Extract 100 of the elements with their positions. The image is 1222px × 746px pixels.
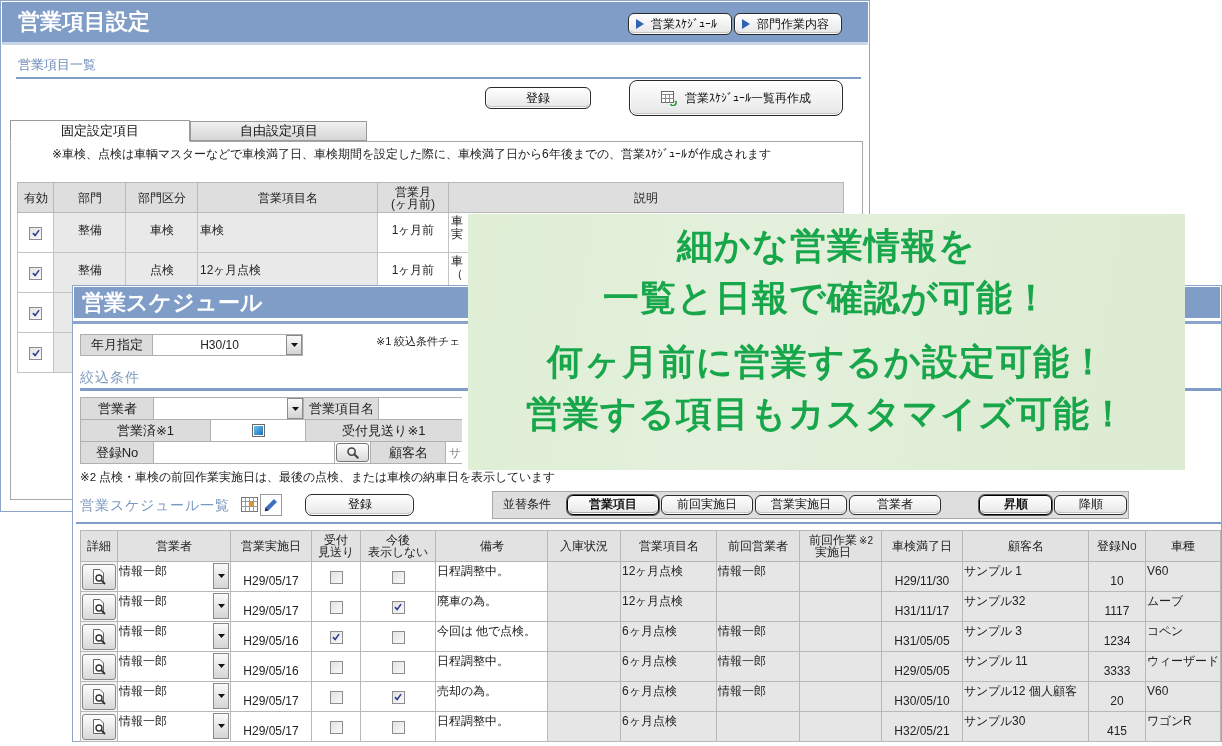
dropdown-button[interactable] [213, 623, 229, 649]
order-button[interactable]: 昇順 [979, 494, 1052, 515]
sort-button[interactable]: 営業者 [849, 494, 941, 515]
table-cell: H32/05/21 [881, 711, 963, 742]
checkbox[interactable] [391, 600, 405, 614]
table-cell: 車検 [125, 212, 198, 253]
register-button[interactable]: 登録 [485, 87, 591, 109]
dropdown-button[interactable] [286, 335, 302, 355]
document-search-icon [92, 689, 106, 705]
table-cell: ムーブ [1145, 591, 1221, 622]
table-cell: サンプル 3 [962, 621, 1089, 652]
checkbox[interactable] [329, 600, 343, 614]
staff-name: 情報一郎 [118, 563, 167, 580]
checkbox[interactable] [391, 570, 405, 584]
field-label: 受付見送り※1 [306, 420, 462, 441]
column-header: 部門区分 [125, 182, 198, 213]
callout-text: 何ヶ月前に営業するか設定可能！ [546, 340, 1107, 384]
document-search-icon [92, 659, 106, 675]
table-cell: 3333 [1088, 651, 1146, 682]
tick-icon [394, 603, 402, 612]
field-label: 営業済※1 [81, 420, 210, 441]
staff-name: 情報一郎 [118, 623, 167, 640]
dropdown-button[interactable] [287, 398, 303, 419]
table-cell: H29/05/17 [230, 561, 312, 592]
order-button[interactable]: 降順 [1054, 494, 1127, 515]
calendar-icon[interactable] [241, 497, 258, 512]
sort-button[interactable]: 営業項目 [567, 494, 659, 515]
dropdown-button[interactable] [213, 653, 229, 679]
checkbox[interactable] [391, 630, 405, 644]
edit-button[interactable] [260, 493, 282, 516]
input-field[interactable] [379, 398, 462, 419]
rebuild-button[interactable]: 営業ｽｹｼﾞｭｰﾙ一覧再作成 [629, 80, 843, 116]
checkbox[interactable] [29, 266, 42, 280]
year-month-select[interactable]: H30/10 [153, 335, 302, 355]
table-cell: 売却の為。 [435, 681, 548, 712]
dropdown-button[interactable] [213, 713, 229, 739]
caret-icon [217, 664, 225, 668]
register-button[interactable]: 登録 [305, 493, 414, 516]
table-cell: 1234 [1088, 621, 1146, 652]
checkbox[interactable] [391, 660, 405, 674]
column-header: 車検満了日 [881, 530, 963, 562]
sort-button[interactable]: 営業実施日 [755, 494, 847, 515]
column-header: 営業実施日 [230, 530, 312, 562]
nav-button[interactable]: 営業ｽｹｼﾞｭｰﾙ [628, 13, 732, 35]
checkbox[interactable] [251, 424, 265, 437]
table-cell: 情報一郎 [716, 681, 800, 712]
checkbox[interactable] [29, 346, 42, 360]
section-title: 営業項目一覧 [18, 57, 96, 73]
table-cell: H29/05/17 [230, 591, 312, 622]
checkbox[interactable] [329, 660, 343, 674]
search-button[interactable] [336, 443, 369, 462]
table-cell: 今回は 他で点検。 [435, 621, 548, 652]
checkbox[interactable] [329, 720, 343, 734]
caret-icon [217, 574, 225, 578]
table-cell: 日程調整中。 [435, 561, 548, 592]
table-cell: H29/05/17 [230, 681, 312, 712]
dropdown-button[interactable] [213, 683, 229, 709]
tab[interactable]: 固定設定項目 [10, 120, 190, 142]
tab[interactable]: 自由設定項目 [190, 121, 367, 141]
table-cell: サンプル 11 [962, 651, 1089, 682]
table-cell: サンプル30 [962, 711, 1089, 742]
checkbox[interactable] [329, 570, 343, 584]
input-field[interactable]: サ [446, 442, 462, 463]
table-cell: H31/05/05 [881, 621, 963, 652]
table-cell: 車検 [197, 212, 378, 253]
tick-icon [31, 229, 40, 238]
caret-icon [217, 604, 225, 608]
table-cell: サンプル12 個人顧客 [962, 681, 1089, 712]
column-header: 今後表示しない [360, 530, 436, 562]
column-header: 受付見送り [311, 530, 361, 562]
callout-text: 営業する項目もカスタマイズ可能！ [526, 392, 1127, 436]
table-cell: 12ヶ月点検 [620, 561, 717, 592]
input-field[interactable] [154, 442, 334, 463]
checkbox[interactable] [391, 720, 405, 734]
table-cell: 1ヶ月前 [377, 212, 449, 253]
dropdown-button[interactable] [213, 563, 229, 589]
dropdown-button[interactable] [213, 593, 229, 619]
column-header: 前回営業者 [716, 530, 800, 562]
nav-button[interactable]: 部門作業内容 [734, 13, 842, 35]
document-search-icon [92, 719, 106, 735]
section-title: 絞込条件 [80, 368, 140, 386]
sort-button[interactable]: 前回実施日 [661, 494, 753, 515]
table-cell: 6ヶ月点検 [620, 621, 717, 652]
checkbox[interactable] [329, 690, 343, 704]
table-cell: 12ヶ月点検 [620, 591, 717, 622]
table-cell: H29/05/16 [230, 621, 312, 652]
checkbox[interactable] [391, 690, 405, 704]
checkbox[interactable] [29, 226, 42, 240]
table-cell: H29/05/16 [230, 651, 312, 682]
tick-icon [332, 633, 340, 642]
document-search-icon [92, 569, 106, 585]
checkbox[interactable] [29, 306, 42, 320]
pencil-icon [264, 497, 278, 512]
table-cell: H31/11/17 [881, 591, 963, 622]
staff-name: 情報一郎 [118, 653, 167, 670]
column-header: 説明 [448, 182, 844, 213]
table-cell: 情報一郎 [716, 651, 800, 682]
checkbox[interactable] [329, 630, 343, 644]
table-cell: 10 [1088, 561, 1146, 592]
column-header: 営業者 [117, 530, 231, 562]
